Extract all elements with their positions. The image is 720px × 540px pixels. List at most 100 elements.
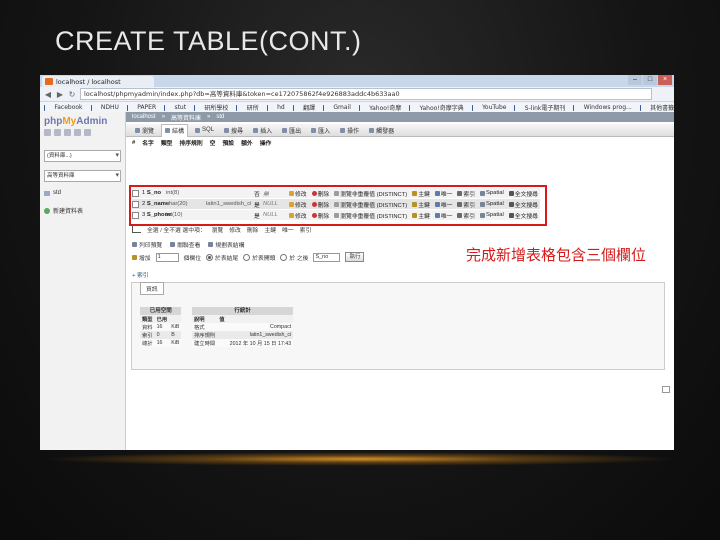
tab-7[interactable]: 操作 [337,124,362,136]
radio-end[interactable]: 於表結尾 [206,253,238,262]
after-column-select[interactable]: S_no [313,252,341,262]
select-action-4[interactable]: 主鍵 [264,225,276,234]
bookmark-item[interactable]: Yahoo!奇摩字典 [420,103,464,112]
bookmark-item[interactable]: 翻譯 [303,103,315,112]
structure-header: # 名字 類型 排序規則空預設 額外 操作 [126,138,674,148]
tab-3[interactable]: 搜尋 [221,124,246,136]
info-tab[interactable]: 資訊 [140,282,164,295]
tab-8[interactable]: 觸發器 [366,124,397,136]
bookmark-item[interactable]: YouTube [482,104,506,111]
phpmyadmin-favicon-icon [45,78,53,85]
home-icon[interactable] [44,129,51,136]
space-cell: B [169,331,182,339]
forward-icon[interactable]: ▶ [56,90,64,99]
breadcrumb: localhost » 高等資料庫 » std [126,112,674,122]
tab-label: 匯出 [289,128,302,135]
radio-after[interactable]: 於 之後 [280,253,308,262]
rowstats-cell: 格式 [192,323,218,331]
reload-icon[interactable]: ↻ [68,90,76,99]
bookmark-item[interactable]: Gmail [333,104,351,111]
bookmark-item[interactable]: PAPER [137,104,156,111]
resize-icon[interactable] [662,386,670,393]
tab-label: 結構 [172,129,185,135]
pma-main-panel: localhost » 高等資料庫 » std 瀏覽 結構 SQL 搜尋 插入 匯出 匯入 操… [126,112,674,450]
bookmark-item[interactable]: Windows prog... [584,104,632,111]
pma-quick-icons [40,127,125,138]
info-panel: 資訊 已用空間 類型 已用 資料 16 KiB 索引 0 B 總計 16 KiB 行統計 說明值格式… [131,282,665,370]
tool-1[interactable]: 關聯查看 [170,240,200,249]
rowstats-cell: 排序規則 [192,331,218,339]
bookmark-item[interactable]: 研所 [247,103,259,112]
rowstats-cell: Compact [217,323,294,331]
bookmark-item[interactable]: S-link電子期刊 [525,103,566,112]
new-table-icon [44,207,50,214]
url-input[interactable]: localhost/phpmyadmin/index.php?db=高等資料庫&… [80,88,652,100]
index-link[interactable]: + 索引 [132,270,149,279]
execute-button[interactable]: 執行 [345,252,365,262]
logout-icon[interactable] [54,129,61,136]
bookmark-item[interactable]: 其他書籤 [650,103,674,112]
tab-icon [195,127,201,133]
select-action-5[interactable]: 唯一 [282,225,294,234]
column-count-input[interactable]: 1 [155,252,179,262]
space-cell: 16 [154,323,170,331]
minimize-icon[interactable]: – [628,75,642,85]
breadcrumb-server[interactable]: localhost [132,114,156,120]
space-row: 索引 0 B [140,331,182,339]
column-header: 預設 [222,141,235,147]
tab-label: 匯入 [318,128,331,135]
bookmark-item[interactable]: Facebook [54,104,82,111]
docs-icon[interactable] [74,129,81,136]
space-usage-header: 已用空間 [140,307,182,315]
tab-icon [135,127,140,133]
breadcrumb-db[interactable]: 高等資料庫 [171,113,201,122]
browser-tab[interactable]: localhost / localhost [42,76,154,87]
back-icon[interactable]: ◀ [44,90,52,99]
tab-5[interactable]: 匯出 [279,124,304,136]
bookmark-item[interactable]: Yahoo!奇摩 [369,103,401,112]
space-cell: KiB [169,339,182,347]
address-bar: ◀ ▶ ↻ localhost/phpmyadmin/index.php?db=… [40,87,674,102]
help-icon[interactable] [64,129,71,136]
breadcrumb-table[interactable]: std [216,114,224,120]
select-action-0[interactable]: 全選 / 全不選 選中項： [147,225,206,234]
bookmark-item[interactable]: 研所學校 [204,103,228,112]
window-controls: – □ × [628,75,672,85]
db-select[interactable]: (資料庫...) [44,150,121,162]
settings-icon[interactable] [84,129,91,136]
space-row: 資料 16 KiB [140,323,182,331]
tool-2[interactable]: 規劃表結構 [208,240,244,249]
tab-label: 操作 [347,128,360,135]
tab-2[interactable]: SQL [192,124,217,136]
column-header: # [132,139,136,146]
bookmark-item[interactable]: stut [174,104,186,111]
tab-1[interactable]: 結構 [161,123,189,137]
select-action-6[interactable]: 索引 [300,225,312,234]
db-select-current[interactable]: 高等資料庫 [44,170,121,182]
tab-6[interactable]: 匯入 [308,124,333,136]
bookmark-item[interactable]: NDHU [101,104,119,111]
space-cell: 16 [154,339,170,347]
tab-0[interactable]: 瀏覽 [132,124,157,136]
close-icon[interactable]: × [658,75,672,85]
rowstats-cell: 2012 年 10 月 15 日 17:43 [217,339,294,347]
space-col-header: 類型 [140,315,155,323]
select-action-2[interactable]: 修改 [229,225,241,234]
tool-0[interactable]: 列印預覽 [132,240,162,249]
tab-label: 觸發器 [376,128,395,135]
tool-row: 列印預覽 關聯查看 規劃表結構 [132,240,244,249]
select-action-3[interactable]: 刪除 [247,225,259,234]
sidebar-item-new-table[interactable]: 新建資料表 [40,204,125,217]
bookmark-item[interactable]: hd [277,104,285,111]
radio-begin[interactable]: 於表開頭 [243,253,275,262]
space-row: 總計 16 KiB [140,339,182,347]
sidebar-item-std[interactable]: std [40,188,125,198]
tab-icon [282,127,288,133]
tab-4[interactable]: 插入 [250,124,275,136]
maximize-icon[interactable]: □ [643,75,657,85]
selection-bar: 全選 / 全不選 選中項： 瀏覽 修改 刪除 主鍵 唯一 索引 [132,225,311,234]
select-action-1[interactable]: 瀏覽 [212,225,224,234]
rowstats-col-header: 說明 [192,315,218,323]
column-header: 空 [209,141,216,147]
space-cell: 資料 [140,323,155,331]
